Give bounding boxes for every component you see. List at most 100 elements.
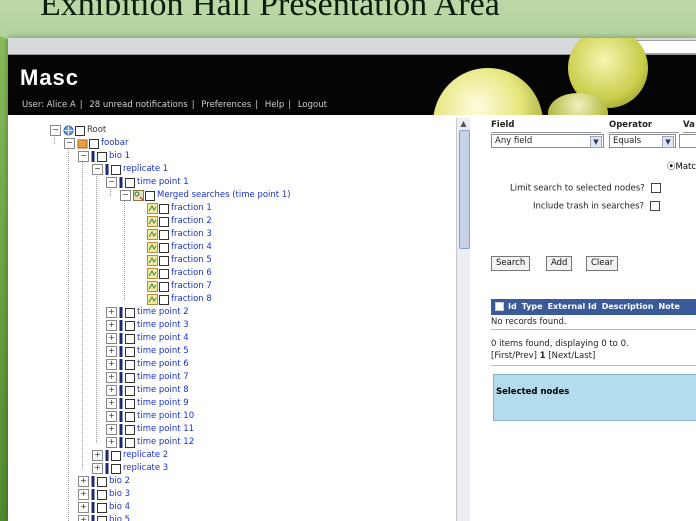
tree-node[interactable]: − replicate 1 <box>92 163 168 176</box>
tree-node-checkbox[interactable] <box>159 268 169 279</box>
collapse-icon[interactable]: − <box>78 151 89 162</box>
collapse-icon[interactable]: − <box>50 125 61 136</box>
limit-search-checkbox[interactable] <box>650 183 661 193</box>
tree-node-checkbox[interactable] <box>75 125 85 136</box>
expand-icon[interactable]: + <box>78 489 89 500</box>
tree-node[interactable]: fraction 4 <box>134 241 212 254</box>
collapse-icon[interactable]: − <box>92 164 103 175</box>
tree-node[interactable]: + time point 6 <box>106 358 189 371</box>
preferences-link[interactable]: Preferences <box>201 100 251 110</box>
expand-icon[interactable]: + <box>106 437 117 448</box>
value-input[interactable] <box>679 134 696 148</box>
field-select[interactable]: Any field ▼ <box>491 134 604 148</box>
tree-node-label[interactable]: bio 3 <box>109 489 130 499</box>
tree-node-label[interactable]: fraction 7 <box>171 281 212 291</box>
tree-node-checkbox[interactable] <box>159 229 169 240</box>
select-all-checkbox[interactable] <box>495 302 504 311</box>
tree-node-label[interactable]: replicate 3 <box>123 463 168 473</box>
expand-icon[interactable]: + <box>106 411 117 422</box>
expand-icon[interactable]: + <box>106 385 117 396</box>
tree-node-checkbox[interactable] <box>125 411 135 422</box>
tree-node[interactable]: + bio 3 <box>78 488 130 501</box>
tree-node-checkbox[interactable] <box>125 398 135 409</box>
help-link[interactable]: Help <box>265 100 284 110</box>
tree-node-label[interactable]: fraction 3 <box>171 229 212 239</box>
notifications-link[interactable]: 28 unread notifications <box>89 100 187 110</box>
include-trash-checkbox[interactable] <box>650 201 661 211</box>
tree-node[interactable]: + time point 10 <box>106 410 194 423</box>
tree-node-label[interactable]: Root <box>87 125 106 135</box>
operator-select[interactable]: Equals ▼ <box>609 134 676 148</box>
logout-link[interactable]: Logout <box>298 100 327 110</box>
tree-node[interactable]: − Merged searches (time point 1) <box>120 189 291 202</box>
tree-node-label[interactable]: time point 6 <box>137 359 189 369</box>
tree-node[interactable]: + time point 9 <box>106 397 189 410</box>
scroll-thumb[interactable] <box>459 130 470 249</box>
tree-node[interactable]: fraction 5 <box>134 254 212 267</box>
tree-node-checkbox[interactable] <box>111 463 121 474</box>
tree-node[interactable]: − foobar <box>64 137 129 150</box>
search-button[interactable]: Search <box>491 256 531 271</box>
tree-node[interactable]: fraction 2 <box>134 215 212 228</box>
tree-node-checkbox[interactable] <box>125 359 135 370</box>
tree-node-checkbox[interactable] <box>125 437 135 448</box>
tree-node-checkbox[interactable] <box>125 177 135 188</box>
tree-node-label[interactable]: time point 5 <box>137 346 189 356</box>
tree-node-label[interactable]: time point 4 <box>137 333 189 343</box>
expand-icon[interactable]: + <box>92 450 103 461</box>
expand-icon[interactable]: + <box>78 476 89 487</box>
tree-node-checkbox[interactable] <box>111 450 121 461</box>
results-column-header[interactable]: Type <box>522 302 543 311</box>
tree-node-checkbox[interactable] <box>159 203 169 214</box>
tree-node[interactable]: fraction 7 <box>134 280 212 293</box>
tree-node-checkbox[interactable] <box>97 151 107 162</box>
expand-icon[interactable]: + <box>106 320 117 331</box>
tree-node[interactable]: + time point 5 <box>106 345 189 358</box>
tree-node-checkbox[interactable] <box>111 164 121 175</box>
results-column-header[interactable]: Id <box>508 302 517 311</box>
tree-node-checkbox[interactable] <box>125 333 135 344</box>
clear-button[interactable]: Clear <box>586 256 619 271</box>
tree-node-checkbox[interactable] <box>125 307 135 318</box>
tree-node-checkbox[interactable] <box>159 255 169 266</box>
tree-node-checkbox[interactable] <box>159 294 169 305</box>
expand-icon[interactable]: + <box>106 424 117 435</box>
radio-selected-icon[interactable]: ⦿ <box>667 162 676 172</box>
tree-node[interactable]: fraction 1 <box>134 202 212 215</box>
tree-node-checkbox[interactable] <box>159 242 169 253</box>
tree-node-label[interactable]: time point 9 <box>137 398 189 408</box>
expand-icon[interactable]: + <box>78 502 89 513</box>
tree-node-checkbox[interactable] <box>125 320 135 331</box>
tree-node-checkbox[interactable] <box>125 372 135 383</box>
tree-node[interactable]: fraction 3 <box>134 228 212 241</box>
results-column-header[interactable]: Description <box>602 302 654 311</box>
tree-node-label[interactable]: time point 1 <box>137 177 189 187</box>
tree-node[interactable]: fraction 6 <box>134 267 212 280</box>
tree-node-label[interactable]: bio 1 <box>109 151 130 161</box>
tree-node[interactable]: + time point 8 <box>106 384 189 397</box>
expand-icon[interactable]: + <box>106 372 117 383</box>
tree-node[interactable]: − bio 1 <box>78 150 130 163</box>
chevron-down-icon[interactable]: ▼ <box>662 136 674 148</box>
tree-node-label[interactable]: fraction 8 <box>171 294 212 304</box>
tree-node-checkbox[interactable] <box>159 281 169 292</box>
tree-node-label[interactable]: time point 10 <box>137 411 194 421</box>
tree-node[interactable]: − Root <box>50 124 106 137</box>
tree-node[interactable]: + time point 7 <box>106 371 189 384</box>
tree-node-label[interactable]: time point 3 <box>137 320 189 330</box>
tree-node[interactable]: + bio 5 <box>78 514 130 521</box>
tree-node[interactable]: fraction 8 <box>134 293 212 306</box>
tree-node[interactable]: + replicate 2 <box>92 449 168 462</box>
tree-node-checkbox[interactable] <box>97 489 107 500</box>
tree-node-label[interactable]: Merged searches (time point 1) <box>157 190 291 200</box>
tree-node-label[interactable]: foobar <box>101 138 129 148</box>
expand-icon[interactable]: + <box>106 398 117 409</box>
collapse-icon[interactable]: − <box>120 190 131 201</box>
tree-scrollbar[interactable]: ▲ <box>456 118 470 521</box>
tree-node-label[interactable]: fraction 5 <box>171 255 212 265</box>
tree-node-checkbox[interactable] <box>97 502 107 513</box>
tree-node-label[interactable]: time point 11 <box>137 424 194 434</box>
tree-node-checkbox[interactable] <box>145 190 155 201</box>
tree-node[interactable]: + time point 2 <box>106 306 189 319</box>
collapse-icon[interactable]: − <box>106 177 117 188</box>
